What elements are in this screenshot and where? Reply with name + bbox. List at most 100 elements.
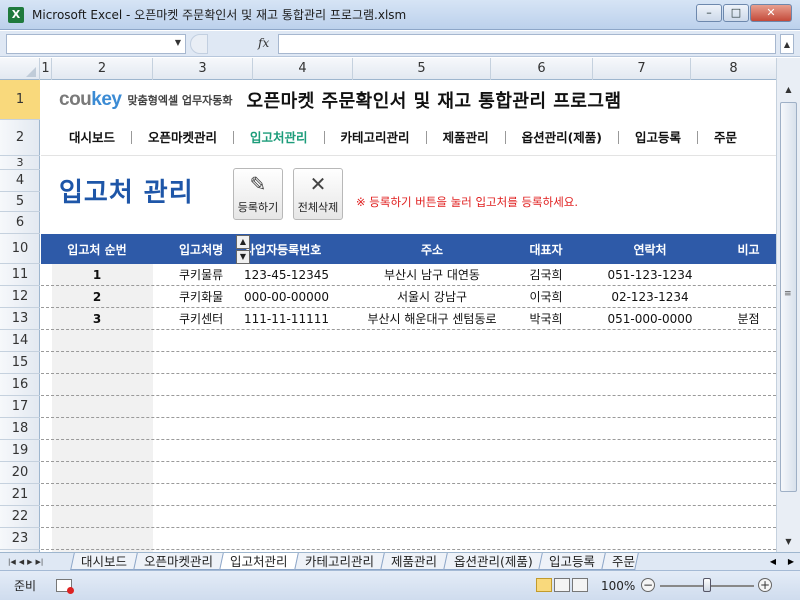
cell-address[interactable]: 부산시 해운대구 센텀동로: [351, 310, 513, 327]
column-header[interactable]: 4: [253, 58, 353, 80]
row-header[interactable]: 6: [0, 212, 40, 234]
tab-openmarket[interactable]: 오픈마켓관리: [133, 553, 224, 570]
row-header[interactable]: 23: [0, 528, 40, 550]
table-row[interactable]: 1 쿠키물류 123-45-12345 부산시 남구 대연동 김국희 051-1…: [41, 264, 776, 286]
empty-row[interactable]: [41, 440, 776, 462]
tab-option[interactable]: 옵션관리(제품): [442, 553, 544, 570]
zoom-out-icon[interactable]: −: [641, 578, 655, 592]
expand-formula-bar-icon[interactable]: ▲: [780, 34, 794, 54]
nav-item-category[interactable]: 카테고리관리: [325, 131, 427, 144]
nav-item-receiving[interactable]: 입고등록: [619, 131, 699, 144]
scroll-up-icon[interactable]: ▲: [780, 82, 797, 98]
prev-sheet-icon[interactable]: ◀: [19, 558, 24, 566]
empty-row[interactable]: [41, 374, 776, 396]
cell-seq[interactable]: 2: [41, 290, 153, 304]
empty-row[interactable]: [41, 528, 776, 550]
row-header[interactable]: 3: [0, 156, 40, 170]
cell-seq[interactable]: 1: [41, 268, 153, 282]
empty-row[interactable]: [41, 330, 776, 352]
next-sheet-icon[interactable]: ▶: [27, 558, 32, 566]
minimize-button[interactable]: –: [696, 4, 722, 22]
function-icon[interactable]: fx: [258, 36, 269, 50]
cell-contact[interactable]: 051-123-1234: [579, 268, 721, 282]
name-box[interactable]: ▼: [6, 34, 186, 54]
tab-category[interactable]: 카테고리관리: [293, 553, 385, 570]
row-header[interactable]: 1: [0, 80, 40, 120]
column-header[interactable]: 3: [153, 58, 253, 80]
empty-row[interactable]: [41, 418, 776, 440]
column-header[interactable]: 5: [353, 58, 491, 80]
tab-dashboard[interactable]: 대시보드: [70, 553, 138, 570]
row-header[interactable]: 22: [0, 506, 40, 528]
vertical-scrollbar[interactable]: ▲ ≡ ▼: [776, 58, 800, 552]
row-header[interactable]: 11: [0, 264, 40, 286]
scroll-thumb[interactable]: ≡: [780, 102, 797, 492]
row-header[interactable]: 13: [0, 308, 40, 330]
cell-representative[interactable]: 박국희: [513, 310, 579, 327]
row-header[interactable]: 20: [0, 462, 40, 484]
zoom-level[interactable]: 100%: [601, 579, 635, 593]
table-row[interactable]: 2 쿠키화물 000-00-00000 서울시 강남구 이국희 02-123-1…: [41, 286, 776, 308]
cell-note[interactable]: 분점: [721, 310, 776, 327]
column-header[interactable]: 2: [52, 58, 153, 80]
empty-row[interactable]: [41, 462, 776, 484]
sheet-grid[interactable]: coukey 맞춤형엑셀 업무자동화 오픈마켓 주문확인서 및 재고 통합관리 …: [41, 80, 776, 552]
nav-item-option[interactable]: 옵션관리(제품): [506, 131, 620, 144]
zoom-slider-thumb[interactable]: [703, 578, 711, 592]
tab-order[interactable]: 주문: [601, 553, 640, 570]
cell-biz-number[interactable]: 111-11-11111: [236, 312, 351, 326]
tab-supplier[interactable]: 입고처관리: [219, 553, 299, 570]
row-header[interactable]: 16: [0, 374, 40, 396]
row-header[interactable]: 18: [0, 418, 40, 440]
cell-biz-number[interactable]: 000-00-00000: [236, 290, 351, 304]
sort-up-icon[interactable]: ▲: [236, 235, 250, 249]
cell-representative[interactable]: 김국희: [513, 266, 579, 283]
row-header[interactable]: 5: [0, 192, 40, 212]
empty-row[interactable]: [41, 396, 776, 418]
scroll-right-icon[interactable]: ▶: [788, 557, 794, 566]
maximize-button[interactable]: □: [723, 4, 749, 22]
row-header[interactable]: 19: [0, 440, 40, 462]
tab-receiving[interactable]: 입고등록: [538, 553, 607, 570]
chevron-down-icon[interactable]: ▼: [175, 38, 181, 47]
normal-view-icon[interactable]: [536, 578, 552, 592]
last-sheet-icon[interactable]: ▶|: [36, 558, 44, 566]
nav-item-supplier[interactable]: 입고처관리: [234, 131, 325, 144]
first-sheet-icon[interactable]: |◀: [8, 558, 16, 566]
nav-item-dashboard[interactable]: 대시보드: [41, 131, 133, 144]
row-header[interactable]: 15: [0, 352, 40, 374]
scroll-left-icon[interactable]: ◀: [770, 557, 776, 566]
page-break-view-icon[interactable]: [572, 578, 588, 592]
column-header[interactable]: 6: [491, 58, 593, 80]
cell-contact[interactable]: 02-123-1234: [579, 290, 721, 304]
cell-supplier-name[interactable]: 쿠키화물: [153, 288, 236, 305]
empty-row[interactable]: [41, 506, 776, 528]
cell-address[interactable]: 서울시 강남구: [351, 288, 513, 305]
cell-seq[interactable]: 3: [41, 312, 153, 326]
column-header[interactable]: 1: [40, 58, 52, 80]
empty-row[interactable]: [41, 352, 776, 374]
row-header[interactable]: 14: [0, 330, 40, 352]
page-layout-view-icon[interactable]: [554, 578, 570, 592]
scroll-down-icon[interactable]: ▼: [780, 534, 797, 550]
cell-supplier-name[interactable]: 쿠키물류: [153, 266, 236, 283]
select-all-corner[interactable]: [0, 58, 40, 80]
table-row[interactable]: 3 쿠키센터 111-11-11111 부산시 해운대구 센텀동로 박국희 05…: [41, 308, 776, 330]
zoom-in-icon[interactable]: +: [758, 578, 772, 592]
cell-address[interactable]: 부산시 남구 대연동: [351, 266, 513, 283]
row-header[interactable]: 17: [0, 396, 40, 418]
close-button[interactable]: ✕: [750, 4, 792, 22]
delete-all-button[interactable]: ✕ 전체삭제: [293, 168, 343, 220]
tab-product[interactable]: 제품관리: [379, 553, 448, 570]
sort-down-icon[interactable]: ▼: [236, 250, 250, 264]
column-header[interactable]: 7: [593, 58, 691, 80]
row-header[interactable]: 21: [0, 484, 40, 506]
row-header[interactable]: 10: [0, 234, 40, 264]
macro-record-icon[interactable]: [56, 579, 75, 594]
empty-row[interactable]: [41, 484, 776, 506]
cell-contact[interactable]: 051-000-0000: [579, 312, 721, 326]
formula-bar-splitter[interactable]: [190, 34, 208, 54]
cell-supplier-name[interactable]: 쿠키센터: [153, 310, 236, 327]
column-header[interactable]: 8: [691, 58, 776, 80]
row-header[interactable]: 12: [0, 286, 40, 308]
